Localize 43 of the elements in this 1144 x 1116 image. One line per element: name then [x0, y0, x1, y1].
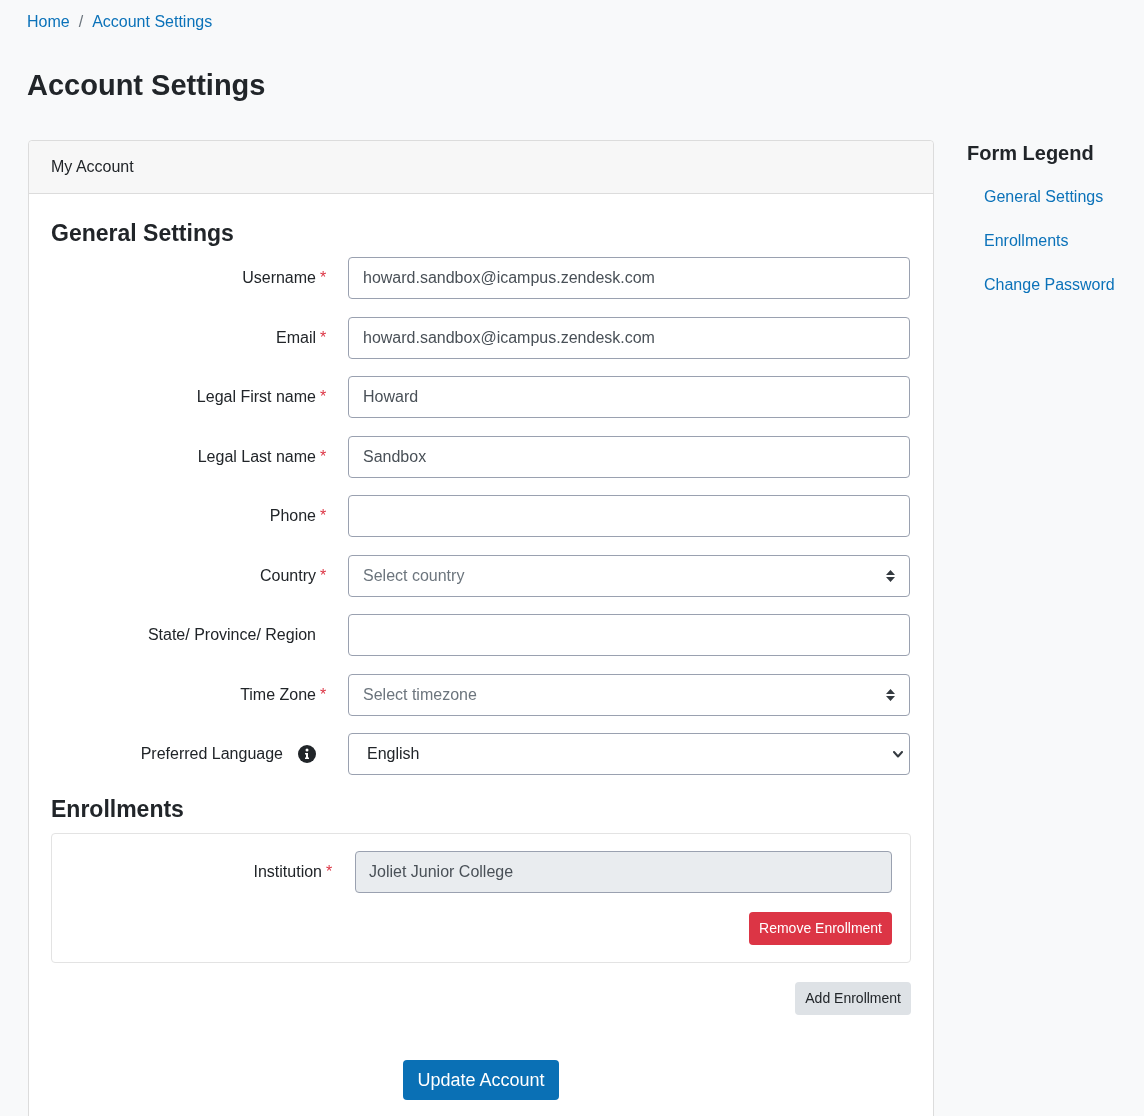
field-label: Country — [259, 565, 316, 586]
text-field[interactable] — [348, 614, 910, 656]
text-field[interactable]: howard.sandbox@icampus.zendesk.com — [348, 316, 910, 359]
up-down-caret-icon — [886, 569, 895, 582]
up-down-caret-icon — [886, 688, 895, 701]
dropdown-field[interactable]: English — [348, 733, 910, 775]
breadcrumb-link[interactable]: Home — [27, 10, 70, 34]
legend-link[interactable]: Change Password — [984, 263, 1115, 307]
field-label: Phone — [269, 506, 316, 526]
select-field[interactable]: Select timezone — [348, 673, 910, 716]
text-field[interactable]: howard.sandbox@icampus.zendesk.com — [348, 257, 910, 299]
field-label: Legal Last name — [197, 446, 316, 467]
chevron-down-icon — [893, 750, 903, 758]
breadcrumb-link[interactable]: Account Settings — [92, 10, 213, 34]
breadcrumb-separator: / — [78, 12, 84, 32]
required-asterisk: * — [320, 685, 327, 703]
field-label: Institution — [253, 862, 322, 882]
field-label: Preferred Language — [140, 744, 283, 764]
page-title: Account Settings — [27, 68, 266, 103]
add-enrollment-button[interactable]: Add Enrollment — [795, 982, 911, 1015]
legend-link[interactable]: General Settings — [984, 175, 1104, 219]
required-asterisk: * — [320, 269, 327, 286]
card-header: My Account — [29, 141, 933, 194]
select-field[interactable]: Select country — [348, 554, 910, 597]
text-field[interactable] — [348, 495, 910, 537]
field-label: Username — [242, 268, 316, 288]
field-label: Email — [276, 327, 316, 348]
text-field[interactable]: Howard — [348, 376, 910, 418]
required-asterisk: * — [320, 388, 327, 405]
required-asterisk: * — [320, 566, 327, 584]
required-asterisk: * — [326, 863, 333, 880]
field-label: State/ Province/ Region — [147, 625, 316, 645]
section-heading: Enrollments — [51, 795, 184, 824]
field-label: Time Zone — [240, 684, 316, 705]
update-account-button[interactable]: Update Account — [403, 1060, 559, 1100]
required-asterisk: * — [320, 447, 327, 465]
section-heading: General Settings — [51, 219, 234, 248]
required-asterisk: * — [320, 507, 327, 524]
legend-title: Form Legend — [967, 141, 1094, 166]
legend-link[interactable]: Enrollments — [984, 219, 1069, 263]
field-label: Legal First name — [196, 387, 316, 407]
required-asterisk: * — [320, 328, 327, 346]
text-field[interactable]: Sandbox — [348, 435, 910, 478]
